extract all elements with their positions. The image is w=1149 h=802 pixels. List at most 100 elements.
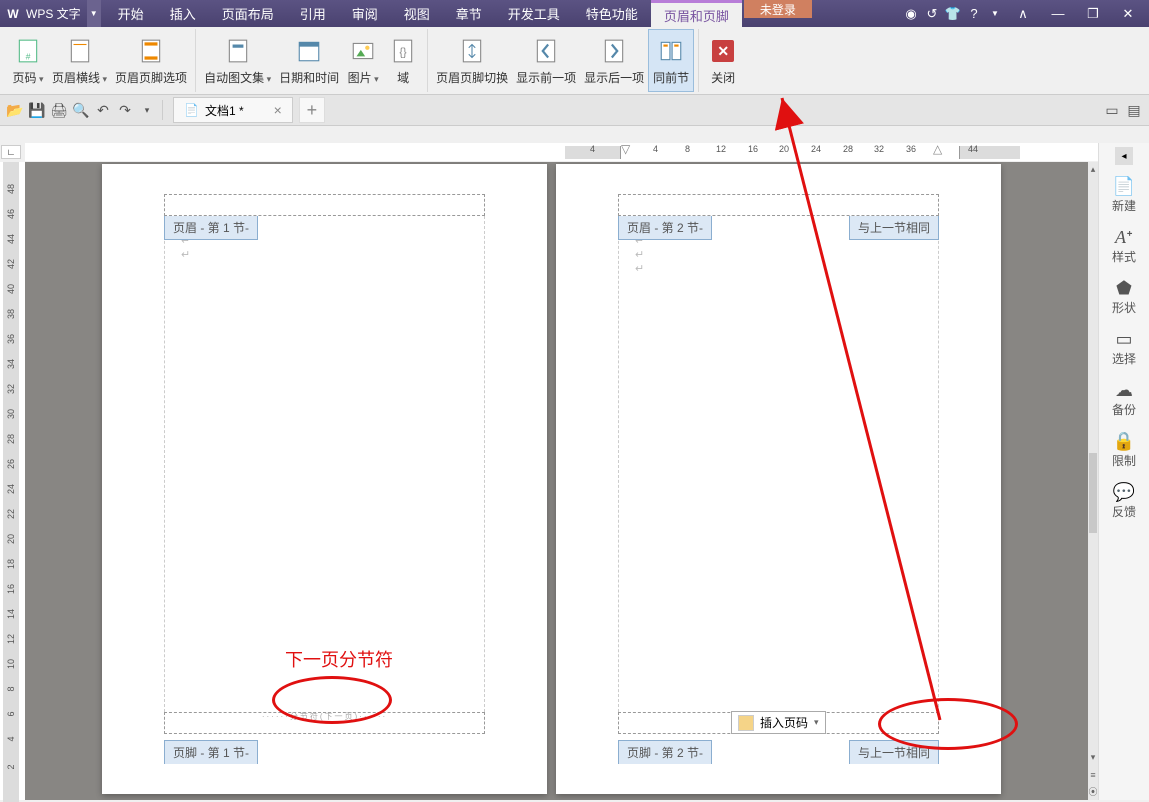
help-dropdown[interactable]: ▼	[985, 4, 1005, 24]
document-tab[interactable]: 📄 文档1 * ×	[173, 97, 293, 123]
ribbon-collapse-button[interactable]: ∧	[1006, 0, 1040, 27]
help-icon[interactable]: ?	[964, 4, 984, 24]
side-panel-toggle[interactable]: ◂	[1115, 147, 1133, 165]
maximize-button[interactable]: ❐	[1076, 0, 1110, 27]
link-to-previous-button[interactable]: 同前节	[648, 29, 694, 92]
undo-icon[interactable]: ↶	[92, 99, 114, 121]
show-prev-button[interactable]: 显示前一项	[512, 29, 580, 92]
document-area[interactable]: ↵ ↵ ↵ 页眉 - 第 1 节- 页脚 - 第 1 节- ······分节符(…	[25, 162, 1088, 800]
redo-icon[interactable]: ↷	[114, 99, 136, 121]
show-next-icon	[598, 35, 630, 67]
tab-review[interactable]: 审阅	[339, 0, 391, 27]
hf-options-button[interactable]: 页眉页脚选项	[111, 29, 191, 92]
style-icon: Aᐩ	[1115, 226, 1133, 248]
page2-footer-same-prev: 与上一节相同	[849, 740, 939, 764]
side-feedback-button[interactable]: 💬反馈	[1103, 475, 1145, 526]
minimize-button[interactable]: —	[1041, 0, 1075, 27]
sync-icon[interactable]: ◉	[901, 4, 921, 24]
page-2: ↵ ↵ ↵ ↵ 页眉 - 第 2 节- 与上一节相同 页脚 - 第 2 节- 与…	[556, 164, 1001, 794]
page2-body: ↵ ↵ ↵ ↵	[618, 216, 939, 712]
picture-button[interactable]: 图片	[343, 29, 383, 92]
menu-tabs: 开始 插入 页面布局 引用 审阅 视图 章节 开发工具 特色功能 页眉和页脚 未…	[105, 0, 812, 27]
insert-page-number-button[interactable]: 插入页码 ▾	[731, 711, 826, 734]
toolbar-right-icon-2[interactable]: ▤	[1123, 99, 1145, 121]
page2-footer-tab: 页脚 - 第 2 节-	[618, 740, 712, 764]
select-icon: ▭	[1115, 328, 1132, 350]
page1-header-tab: 页眉 - 第 1 节-	[164, 216, 258, 240]
qat-more-icon[interactable]: ▾	[136, 99, 158, 121]
section-break-indicator: ······分节符(下一页)······	[262, 711, 387, 722]
side-backup-button[interactable]: ☁备份	[1103, 373, 1145, 424]
insert-pagenum-icon	[738, 715, 754, 731]
calendar-icon	[293, 35, 325, 67]
app-dropdown[interactable]: ▼	[87, 0, 101, 27]
ruler-corner[interactable]: ∟	[1, 145, 21, 159]
side-new-button[interactable]: 📄新建	[1103, 169, 1145, 220]
app-logo-icon: W	[4, 5, 22, 23]
tab-dev[interactable]: 开发工具	[495, 0, 573, 27]
vertical-ruler[interactable]: 48 46 44 42 40 38 36 34 32 30 28 26 24 2…	[0, 162, 25, 800]
limit-icon: 🔒	[1113, 430, 1135, 452]
page1-header-zone[interactable]	[164, 194, 485, 216]
svg-text:{}: {}	[400, 46, 408, 58]
hf-switch-button[interactable]: 页眉页脚切换	[432, 29, 512, 92]
field-button[interactable]: {} 域	[383, 29, 423, 92]
autotext-icon	[222, 35, 254, 67]
doc-icon: 📄	[184, 103, 199, 117]
link-prev-icon	[655, 35, 687, 67]
field-icon: {}	[387, 35, 419, 67]
annotation-label: 下一页分节符	[285, 646, 393, 672]
header-line-button[interactable]: 页眉横线	[48, 29, 111, 92]
next-page-icon[interactable]: ⦿	[1088, 784, 1098, 798]
side-shape-button[interactable]: ⬟形状	[1103, 271, 1145, 322]
tab-view[interactable]: 视图	[391, 0, 443, 27]
quick-access-toolbar: 📂 💾 🖨 🔍 ↶ ↷ ▾ 📄 文档1 * × + ▭ ▤	[0, 95, 1149, 126]
autotext-button[interactable]: 自动图文集	[200, 29, 275, 92]
tab-start[interactable]: 开始	[105, 0, 157, 27]
scrollbar-thumb[interactable]	[1089, 453, 1097, 533]
side-style-button[interactable]: Aᐩ样式	[1103, 220, 1145, 271]
horizontal-ruler[interactable]: 4 ▽ 4 8 12 16 20 24 28 32 36 △ 44	[25, 143, 1098, 161]
doc-tab-close-icon[interactable]: ×	[274, 102, 282, 118]
page2-header-same-prev: 与上一节相同	[849, 216, 939, 240]
side-select-button[interactable]: ▭选择	[1103, 322, 1145, 373]
page-number-button[interactable]: # 页码	[8, 29, 48, 92]
datetime-button[interactable]: 日期和时间	[275, 29, 343, 92]
tab-chapter[interactable]: 章节	[443, 0, 495, 27]
save-icon[interactable]: 💾	[26, 99, 48, 121]
toolbar-right-icon-1[interactable]: ▭	[1101, 99, 1123, 121]
print-icon[interactable]: 🖨	[48, 99, 70, 121]
tab-header-footer[interactable]: 页眉和页脚	[651, 0, 742, 27]
prev-page-icon[interactable]: ≡	[1088, 768, 1098, 782]
login-status[interactable]: 未登录	[744, 0, 812, 18]
title-bar: W WPS 文字 ▼ 开始 插入 页面布局 引用 审阅 视图 章节 开发工具 特…	[0, 0, 1149, 27]
window-close-button[interactable]: ✕	[1111, 0, 1145, 27]
close-x-icon: ✕	[707, 35, 739, 67]
tab-special[interactable]: 特色功能	[573, 0, 651, 27]
header-line-icon	[64, 35, 96, 67]
new-tab-button[interactable]: +	[299, 97, 325, 123]
vertical-scrollbar[interactable]: ▴ ▾ ≡ ⦿	[1088, 162, 1098, 800]
page1-body: ↵ ↵ ↵	[164, 216, 485, 712]
picture-icon	[347, 35, 379, 67]
hf-options-icon	[135, 35, 167, 67]
side-limit-button[interactable]: 🔒限制	[1103, 424, 1145, 475]
new-doc-icon: 📄	[1113, 175, 1135, 197]
tab-insert[interactable]: 插入	[157, 0, 209, 27]
scroll-up-icon[interactable]: ▴	[1088, 162, 1098, 176]
print-preview-icon[interactable]: 🔍	[70, 99, 92, 121]
tab-layout[interactable]: 页面布局	[209, 0, 287, 27]
backup-icon: ☁	[1115, 379, 1133, 401]
doc-tab-name: 文档1 *	[205, 102, 244, 119]
show-prev-icon	[530, 35, 562, 67]
page2-header-tab: 页眉 - 第 2 节-	[618, 216, 712, 240]
tab-ref[interactable]: 引用	[287, 0, 339, 27]
history-icon[interactable]: ↺	[922, 4, 942, 24]
page1-footer-tab: 页脚 - 第 1 节-	[164, 740, 258, 764]
close-hf-button[interactable]: ✕ 关闭	[703, 29, 743, 92]
show-next-button[interactable]: 显示后一项	[580, 29, 648, 92]
scroll-down-icon[interactable]: ▾	[1088, 750, 1098, 764]
open-icon[interactable]: 📂	[4, 99, 26, 121]
page2-header-zone[interactable]	[618, 194, 939, 216]
skin-icon[interactable]: 👕	[943, 4, 963, 24]
